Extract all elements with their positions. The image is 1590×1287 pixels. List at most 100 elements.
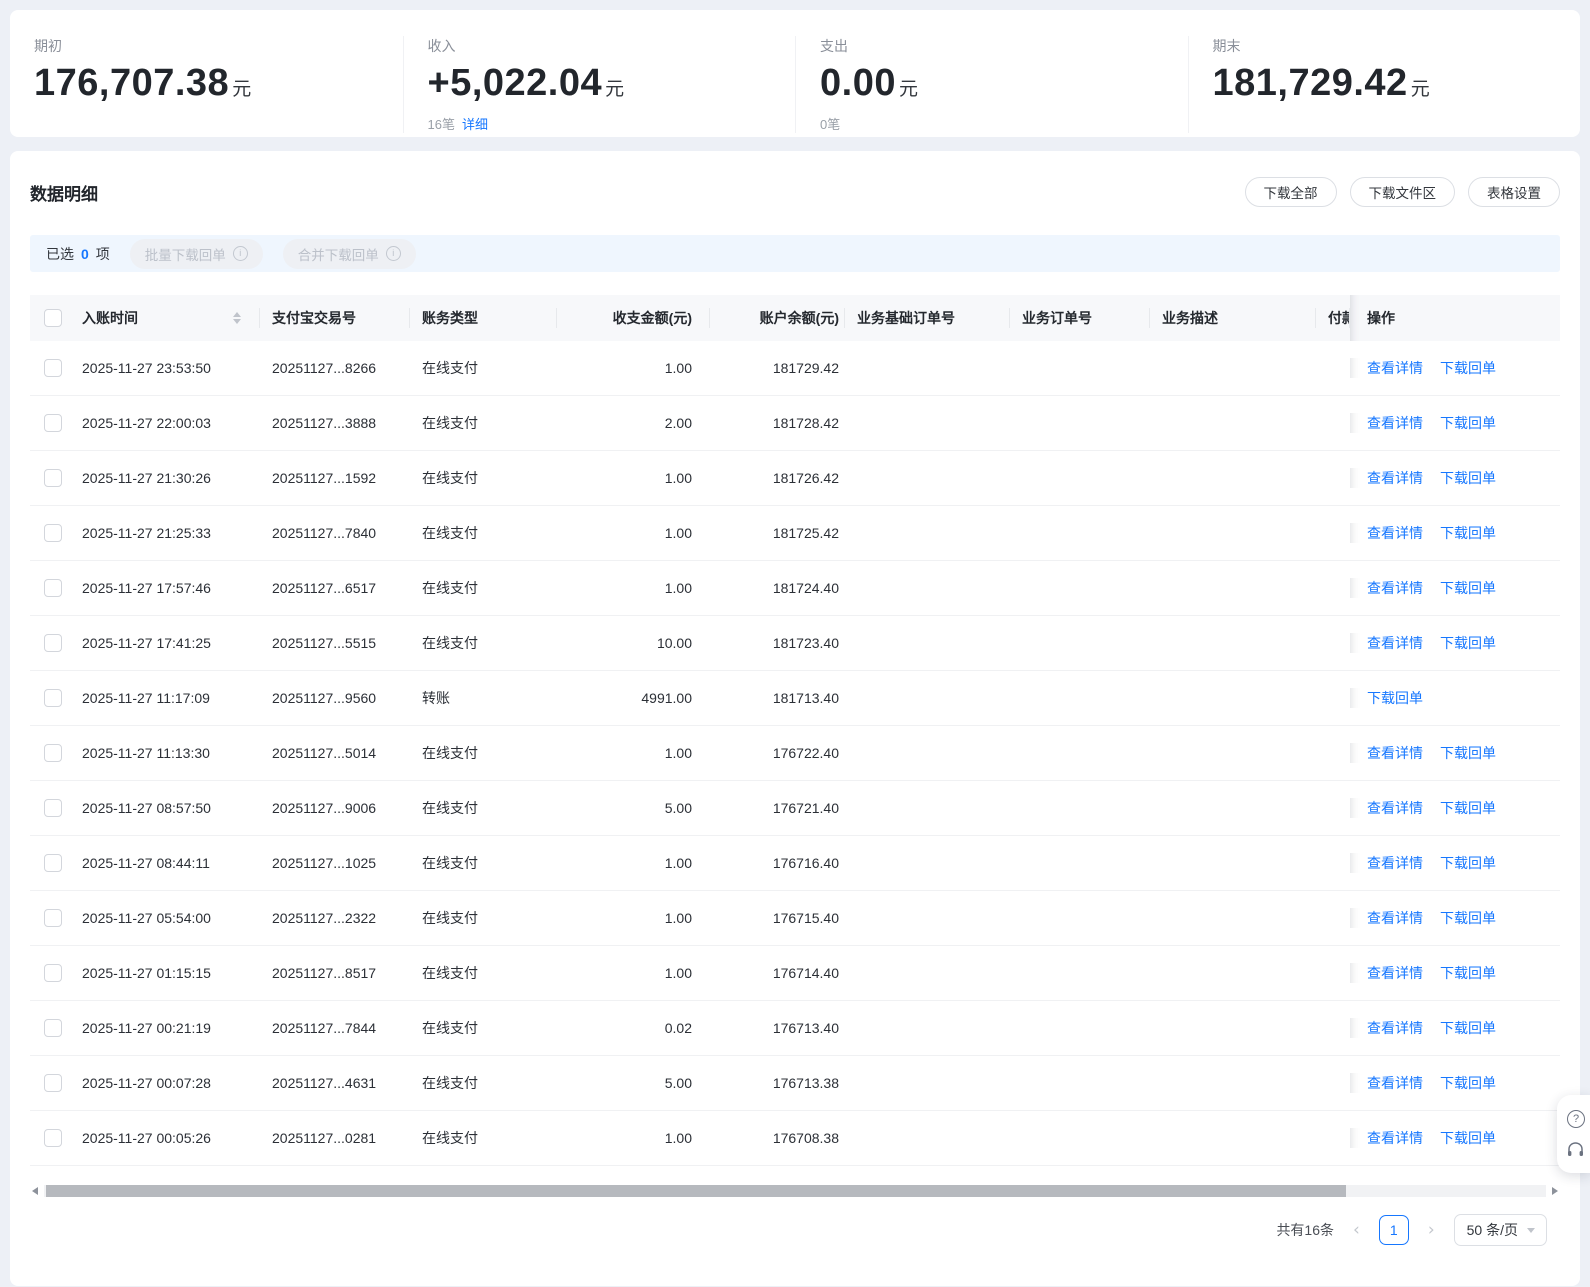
scroll-right-arrow-icon[interactable]	[1552, 1187, 1558, 1195]
view-detail-link[interactable]: 查看详情	[1367, 908, 1423, 928]
cell-time: 2025-11-27 11:17:09	[82, 689, 210, 706]
row-checkbox[interactable]	[44, 1074, 62, 1092]
row-checkbox[interactable]	[44, 909, 62, 927]
cell-transaction-id: 20251127...8266	[272, 359, 377, 376]
row-checkbox[interactable]	[44, 799, 62, 817]
column-header-balance: 账户余额(元)	[710, 295, 845, 341]
cell-amount: 1.00	[664, 579, 692, 596]
column-header-time: 入账时间	[70, 308, 260, 328]
prev-page-button[interactable]	[1353, 1222, 1360, 1239]
cell-balance: 176708.38	[772, 1129, 839, 1146]
cell-transaction-id: 20251127...1025	[272, 854, 377, 871]
cell-account-type: 在线支付	[422, 854, 478, 871]
view-detail-link[interactable]: 查看详情	[1367, 1128, 1423, 1148]
cell-transaction-id: 20251127...5014	[272, 744, 377, 761]
next-page-button[interactable]	[1428, 1222, 1435, 1239]
cell-balance: 176713.40	[772, 1019, 839, 1036]
row-checkbox[interactable]	[44, 689, 62, 707]
income-detail-link[interactable]: 详细	[462, 117, 488, 132]
row-checkbox[interactable]	[44, 744, 62, 762]
download-receipt-link[interactable]: 下载回单	[1440, 358, 1496, 378]
row-checkbox[interactable]	[44, 964, 62, 982]
download-receipt-link[interactable]: 下载回单	[1440, 468, 1496, 488]
table-body: 2025-11-27 23:53:50 20251127...8266 在线支付…	[30, 341, 1560, 1166]
selected-count: 0	[81, 245, 89, 262]
view-detail-link[interactable]: 查看详情	[1367, 413, 1423, 433]
view-detail-link[interactable]: 查看详情	[1367, 853, 1423, 873]
view-detail-link[interactable]: 查看详情	[1367, 523, 1423, 543]
row-checkbox[interactable]	[44, 634, 62, 652]
view-detail-link[interactable]: 查看详情	[1367, 963, 1423, 983]
cell-amount: 1.00	[664, 964, 692, 981]
table-row: 2025-11-27 08:57:50 20251127...9006 在线支付…	[30, 781, 1560, 836]
summary-value: 0.00 元	[820, 62, 919, 104]
download-receipt-link[interactable]: 下载回单	[1367, 688, 1423, 708]
cell-time: 2025-11-27 08:57:50	[82, 799, 211, 816]
view-detail-link[interactable]: 查看详情	[1367, 798, 1423, 818]
help-question-icon[interactable]	[1567, 1110, 1585, 1128]
column-header-actions: 操作	[1350, 295, 1560, 341]
sort-icon[interactable]	[233, 311, 241, 325]
scrollbar-thumb[interactable]	[46, 1185, 1346, 1197]
table-header-row: 入账时间 支付宝交易号 账务类型 收支金额(元) 账户余额(元) 业务基础订单号…	[30, 295, 1560, 341]
view-detail-link[interactable]: 查看详情	[1367, 1018, 1423, 1038]
row-checkbox[interactable]	[44, 524, 62, 542]
floating-help-widget	[1557, 1095, 1590, 1173]
cell-transaction-id: 20251127...1592	[272, 469, 377, 486]
cell-account-type: 在线支付	[422, 744, 478, 761]
cell-transaction-id: 20251127...9006	[272, 799, 377, 816]
view-detail-link[interactable]: 查看详情	[1367, 358, 1423, 378]
download-file-zone-button[interactable]: 下载文件区	[1349, 177, 1455, 207]
row-checkbox[interactable]	[44, 414, 62, 432]
cell-transaction-id: 20251127...4631	[272, 1074, 377, 1091]
view-detail-link[interactable]: 查看详情	[1367, 633, 1423, 653]
customer-service-headset-icon[interactable]	[1567, 1142, 1584, 1158]
download-receipt-link[interactable]: 下载回单	[1440, 1018, 1496, 1038]
cell-transaction-id: 20251127...5515	[272, 634, 377, 651]
download-receipt-link[interactable]: 下载回单	[1440, 523, 1496, 543]
view-detail-link[interactable]: 查看详情	[1367, 578, 1423, 598]
download-receipt-link[interactable]: 下载回单	[1440, 743, 1496, 763]
row-checkbox[interactable]	[44, 469, 62, 487]
row-checkbox[interactable]	[44, 579, 62, 597]
summary-label: 期末	[1212, 38, 1241, 54]
summary-label: 期初	[34, 38, 62, 54]
column-header-transaction-id: 支付宝交易号	[260, 295, 410, 341]
view-detail-link[interactable]: 查看详情	[1367, 468, 1423, 488]
row-checkbox[interactable]	[44, 359, 62, 377]
cell-balance: 181725.42	[772, 524, 839, 541]
page-number-button[interactable]: 1	[1378, 1215, 1409, 1245]
download-receipt-link[interactable]: 下载回单	[1440, 1128, 1496, 1148]
table-settings-button[interactable]: 表格设置	[1468, 177, 1560, 207]
cell-time: 2025-11-27 17:41:25	[82, 634, 211, 651]
view-detail-link[interactable]: 查看详情	[1367, 1073, 1423, 1093]
page-size-select[interactable]: 50 条/页	[1453, 1214, 1547, 1246]
scroll-left-arrow-icon[interactable]	[32, 1187, 38, 1195]
download-receipt-link[interactable]: 下载回单	[1440, 1073, 1496, 1093]
currency-unit: 元	[1410, 79, 1431, 100]
batch-download-receipt-button[interactable]: 批量下载回单	[129, 238, 263, 269]
column-header-account-type: 账务类型	[410, 295, 557, 341]
download-receipt-link[interactable]: 下载回单	[1440, 853, 1496, 873]
download-all-button[interactable]: 下载全部	[1244, 177, 1337, 207]
download-receipt-link[interactable]: 下载回单	[1440, 798, 1496, 818]
cell-account-type: 在线支付	[422, 1129, 478, 1146]
download-receipt-link[interactable]: 下载回单	[1440, 963, 1496, 983]
column-header-payment-remark: 付款备注	[1316, 295, 1350, 341]
merge-download-receipt-button[interactable]: 合并下载回单	[282, 238, 416, 269]
download-receipt-link[interactable]: 下载回单	[1440, 413, 1496, 433]
download-receipt-link[interactable]: 下载回单	[1440, 578, 1496, 598]
download-receipt-link[interactable]: 下载回单	[1440, 908, 1496, 928]
summary-label: 收入	[427, 38, 456, 54]
download-receipt-link[interactable]: 下载回单	[1440, 633, 1496, 653]
panel-header: 数据明细 下载全部 下载文件区 表格设置	[30, 177, 1560, 207]
select-all-checkbox[interactable]	[44, 309, 62, 327]
view-detail-link[interactable]: 查看详情	[1367, 743, 1423, 763]
row-actions: 查看详情 下载回单	[1350, 963, 1560, 983]
cell-account-type: 在线支付	[422, 359, 478, 376]
row-checkbox[interactable]	[44, 854, 62, 872]
row-checkbox[interactable]	[44, 1019, 62, 1037]
column-header-description: 业务描述	[1150, 295, 1316, 341]
cell-balance: 176721.40	[772, 799, 839, 816]
row-checkbox[interactable]	[44, 1129, 62, 1147]
